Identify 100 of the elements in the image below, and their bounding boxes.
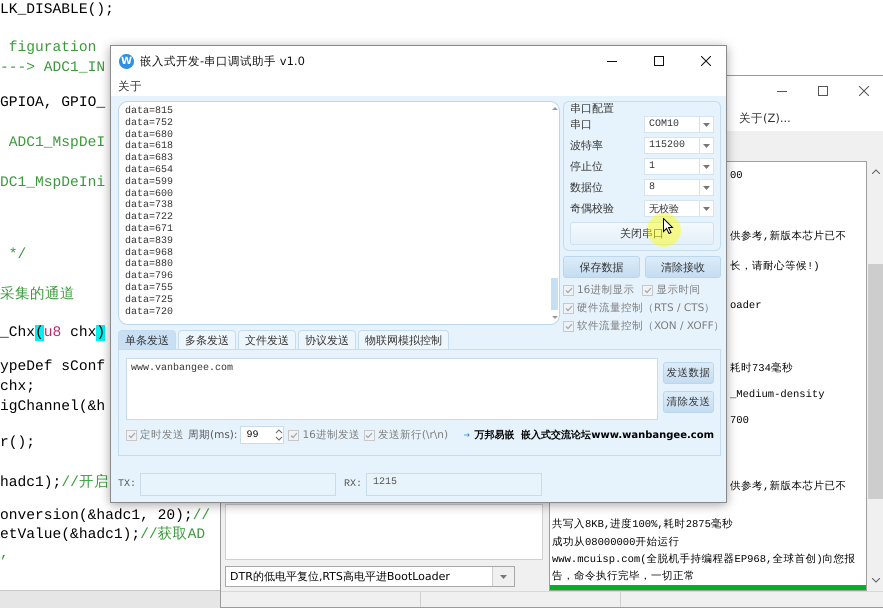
action-button[interactable]: 清除发送 (663, 391, 714, 413)
log-line: www.mcuisp.com(全脱机手持编程器EP968,全球首创)向您报 (552, 552, 856, 568)
log-line: 00 (730, 169, 743, 184)
dropdown-caret-icon (703, 186, 710, 190)
code-line: */ (8, 246, 26, 265)
dropdown-caret-icon (703, 144, 710, 148)
tab[interactable]: 协议发送 (298, 330, 356, 349)
select-field[interactable]: 无校验 (644, 200, 714, 217)
forum-link[interactable]: 万邦易嵌 嵌入式交流论坛www.wanbangee.com (474, 428, 714, 442)
select-field[interactable]: 1 (644, 158, 714, 175)
close-icon (700, 56, 710, 66)
code-line: figuration (8, 39, 96, 58)
rx-label: RX: (344, 478, 362, 490)
code-line: r(); (0, 434, 36, 453)
received-line: data=722 (125, 212, 174, 224)
field-label: 波特率 (570, 138, 603, 153)
code-line: , (0, 545, 9, 564)
received-line: data=599 (125, 176, 174, 188)
period-label: 周期(ms): (188, 428, 238, 442)
group-title: 串口配置 (570, 103, 614, 114)
received-line: data=738 (125, 200, 174, 212)
log-line: 长，请耐心等候!) (730, 259, 820, 275)
mouse-pointer-icon (663, 218, 674, 234)
code-line: hadc1);//开启 (0, 473, 109, 493)
checkbox-label: 16进制发送 (302, 428, 360, 442)
log-line: 成功从08000000开始运行 (552, 535, 680, 551)
scroll-down-icon[interactable] (872, 578, 880, 583)
checkbox-label: 16进制显示 (577, 283, 634, 297)
log-line: 700 (730, 414, 749, 429)
action-button[interactable]: 清除接收 (644, 256, 721, 278)
maximize-icon (654, 56, 664, 66)
received-line: data=755 (125, 282, 174, 294)
dropdown-caret-icon (703, 206, 710, 210)
code-line: LK_DISABLE(); (0, 1, 114, 20)
code-line: ypeDef sConf (0, 358, 106, 377)
dropdown-caret-icon (500, 574, 507, 578)
rx-count-field: 1215 (366, 472, 542, 496)
code-line: 采集的通道 (0, 285, 75, 305)
menu-item[interactable]: 关于(Z)... (739, 111, 791, 126)
app-logo: W (119, 54, 134, 68)
close-icon (858, 86, 868, 96)
received-line: data=815 (125, 106, 174, 118)
received-line: data=725 (125, 294, 174, 306)
received-line: data=968 (125, 248, 174, 259)
log-line: 告，命令执行完毕，一切正常 (552, 569, 695, 585)
code-line: chx; (0, 378, 36, 397)
log-line: _Medium-density (730, 388, 825, 403)
field-label: 停止位 (570, 159, 603, 174)
checkbox-label: 显示时间 (656, 283, 700, 297)
code-line: _Chx(u8 chx) (0, 324, 106, 343)
arrow-right-icon (464, 431, 470, 439)
scroll-up-icon[interactable] (872, 169, 880, 174)
reset-mode-dropdown[interactable]: DTR的低电平复位,RTS高电平进BootLoader (225, 566, 515, 587)
dropdown-caret-icon (703, 122, 710, 126)
code-line: ---> ADC1_IN (0, 59, 106, 78)
select-field[interactable]: COM10 (644, 116, 714, 133)
field-label: 串口 (570, 117, 592, 132)
received-line: data=680 (125, 130, 174, 141)
code-line: onversion(&hadc1, 20);// (0, 507, 210, 526)
log-line: 供参考,新版本芯片已不 (730, 229, 846, 245)
checkbox-label: 软件流量控制（XON / XOFF） (577, 319, 725, 333)
checkbox-label: 发送新行(\r\n) (378, 428, 448, 442)
checkbox-label: 硬件流量控制（RTS / CTS） (577, 301, 716, 315)
received-line: data=618 (125, 141, 174, 152)
menu-item[interactable]: 关于 (118, 78, 142, 94)
maximize-icon (818, 86, 828, 96)
code-line: igChannel(&h (0, 398, 106, 417)
tab[interactable]: 多条发送 (178, 330, 236, 349)
action-button[interactable]: 发送数据 (663, 362, 714, 384)
dropdown-caret-icon (703, 164, 710, 168)
log-line: 耗时734毫秒 (730, 361, 793, 377)
received-line: data=839 (125, 236, 174, 248)
received-line: data=752 (125, 118, 174, 130)
scroll-down-icon[interactable] (552, 316, 558, 320)
received-line: data=796 (125, 271, 174, 282)
code-line: ADC1_MspDeI (8, 134, 106, 153)
received-line: data=720 (125, 306, 174, 318)
code-line: etValue(&hadc1);//获取AD (0, 525, 206, 545)
scrollbar[interactable] (550, 106, 559, 320)
receive-area[interactable]: data=815 data=752 data=680 data=618 data=683 data=654 data=599 data=600 data=738 data=722 data=671 data=839 data=968 data=880 data=796 data=755 data=725 data=720 (118, 101, 560, 325)
scrollbar-thumb[interactable] (551, 278, 558, 310)
received-line: data=654 (125, 164, 174, 176)
tx-label: TX: (118, 478, 136, 490)
log-line: oader (730, 299, 762, 314)
scrollbar-thumb[interactable] (868, 264, 883, 499)
received-line: data=880 (125, 259, 174, 270)
action-button[interactable]: 保存数据 (563, 256, 640, 278)
received-line: data=600 (125, 188, 174, 200)
close-port-button[interactable]: 关闭串口 (570, 222, 714, 245)
field-label: 数据位 (570, 180, 603, 195)
spin-arrows-icon[interactable] (275, 428, 284, 442)
period-spinbox[interactable]: 99 (240, 426, 284, 444)
tab[interactable]: 单条发送 (118, 330, 176, 349)
send-input[interactable]: www.vanbangee.com (126, 358, 658, 420)
received-line: data=683 (125, 153, 174, 164)
tab[interactable]: 文件发送 (238, 330, 296, 349)
select-field[interactable]: 115200 (644, 137, 714, 154)
code-line: GPIOA, GPIO_ (0, 94, 106, 113)
tab[interactable]: 物联网模拟控制 (358, 330, 449, 349)
select-field[interactable]: 8 (644, 179, 714, 196)
